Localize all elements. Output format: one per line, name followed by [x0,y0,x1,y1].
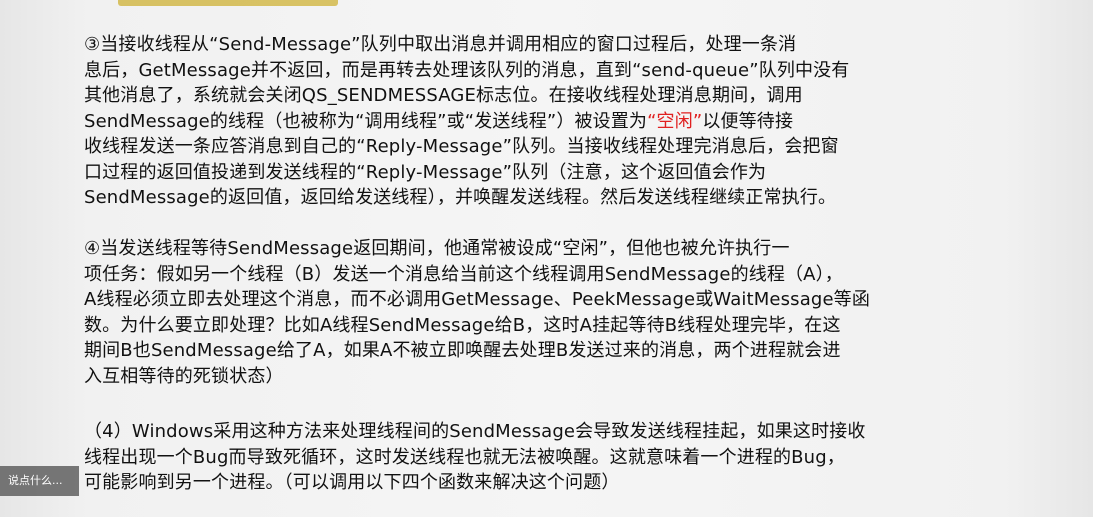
paragraph-step-4: ④当发送线程等待SendMessage返回期间，他通常被设成“空闲”，但他也被允… [84,238,870,387]
danmaku-input[interactable]: 说点什么... [0,466,79,496]
slide: ③当接收线程从“Send-Message”队列中取出消息并调用相应的窗口过程后，… [0,0,1093,517]
paragraph-windows-note: （4）Windows采用这种方法来处理线程间的SendMessage会导致发送线… [84,421,866,493]
idle-highlight: “空闲” [647,110,703,132]
title-strip [118,0,338,6]
paragraph-step-3: ③当接收线程从“Send-Message”队列中取出消息并调用相应的窗口过程后，… [84,32,994,211]
